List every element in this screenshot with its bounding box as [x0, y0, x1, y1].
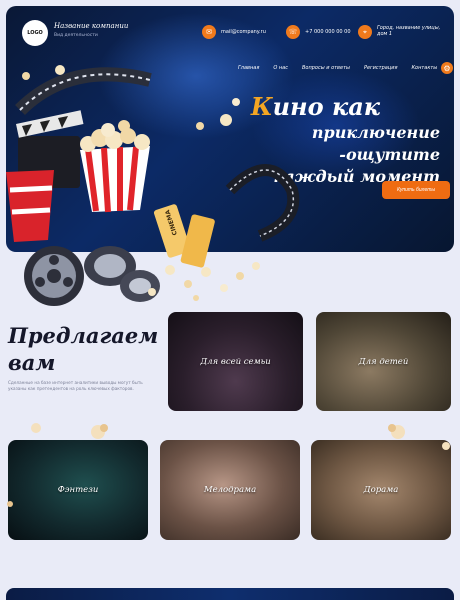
category-card-melodrama[interactable]: Мелодрама	[160, 440, 300, 540]
category-card-family[interactable]: Для всей семьи	[168, 312, 303, 411]
card-label: Для всей семьи	[200, 356, 271, 367]
card-label: Мелодрама	[203, 485, 257, 495]
cinema-illustration: CINEMA	[6, 65, 300, 306]
popcorn-icon	[80, 120, 150, 213]
footer-banner-edge	[6, 588, 454, 600]
company-activity: Вид деятельности	[54, 33, 98, 38]
ticket-icon: CINEMA	[153, 204, 215, 268]
nav-item-contacts[interactable]: Контакты	[411, 65, 437, 71]
card-label: Для детей	[358, 356, 409, 367]
nav-item-faq[interactable]: Вопросы и ответы	[302, 65, 350, 71]
film-reel-icon	[24, 246, 160, 306]
category-card-kids[interactable]: Для детей	[316, 312, 451, 411]
offer-title: Предлагаем вам	[8, 323, 159, 375]
category-card-dorama[interactable]: Дорама	[311, 440, 451, 540]
contact-email[interactable]: ✉ mail@company.ru	[202, 25, 266, 39]
company-name: Название компании	[54, 22, 129, 30]
contact-phone[interactable]: ☏ +7 000 000 00 00	[286, 25, 351, 39]
buy-tickets-button[interactable]: Купить билеты	[382, 181, 450, 199]
map-pin-icon: ⌖	[358, 25, 372, 39]
nav-item-register[interactable]: Регистрация	[364, 65, 398, 71]
card-label: Дорама	[363, 485, 399, 495]
gear-icon[interactable]: ⚙	[441, 62, 453, 74]
offer-description: Сделанные на базе интернет аналитики выв…	[8, 380, 143, 391]
card-label: Фэнтези	[57, 485, 99, 495]
phone-icon: ☏	[286, 25, 300, 39]
mail-icon: ✉	[202, 25, 216, 39]
contact-address: ⌖ Город, название улицы, дом 1	[358, 25, 441, 39]
category-card-fantasy[interactable]: Фэнтези	[8, 440, 148, 540]
